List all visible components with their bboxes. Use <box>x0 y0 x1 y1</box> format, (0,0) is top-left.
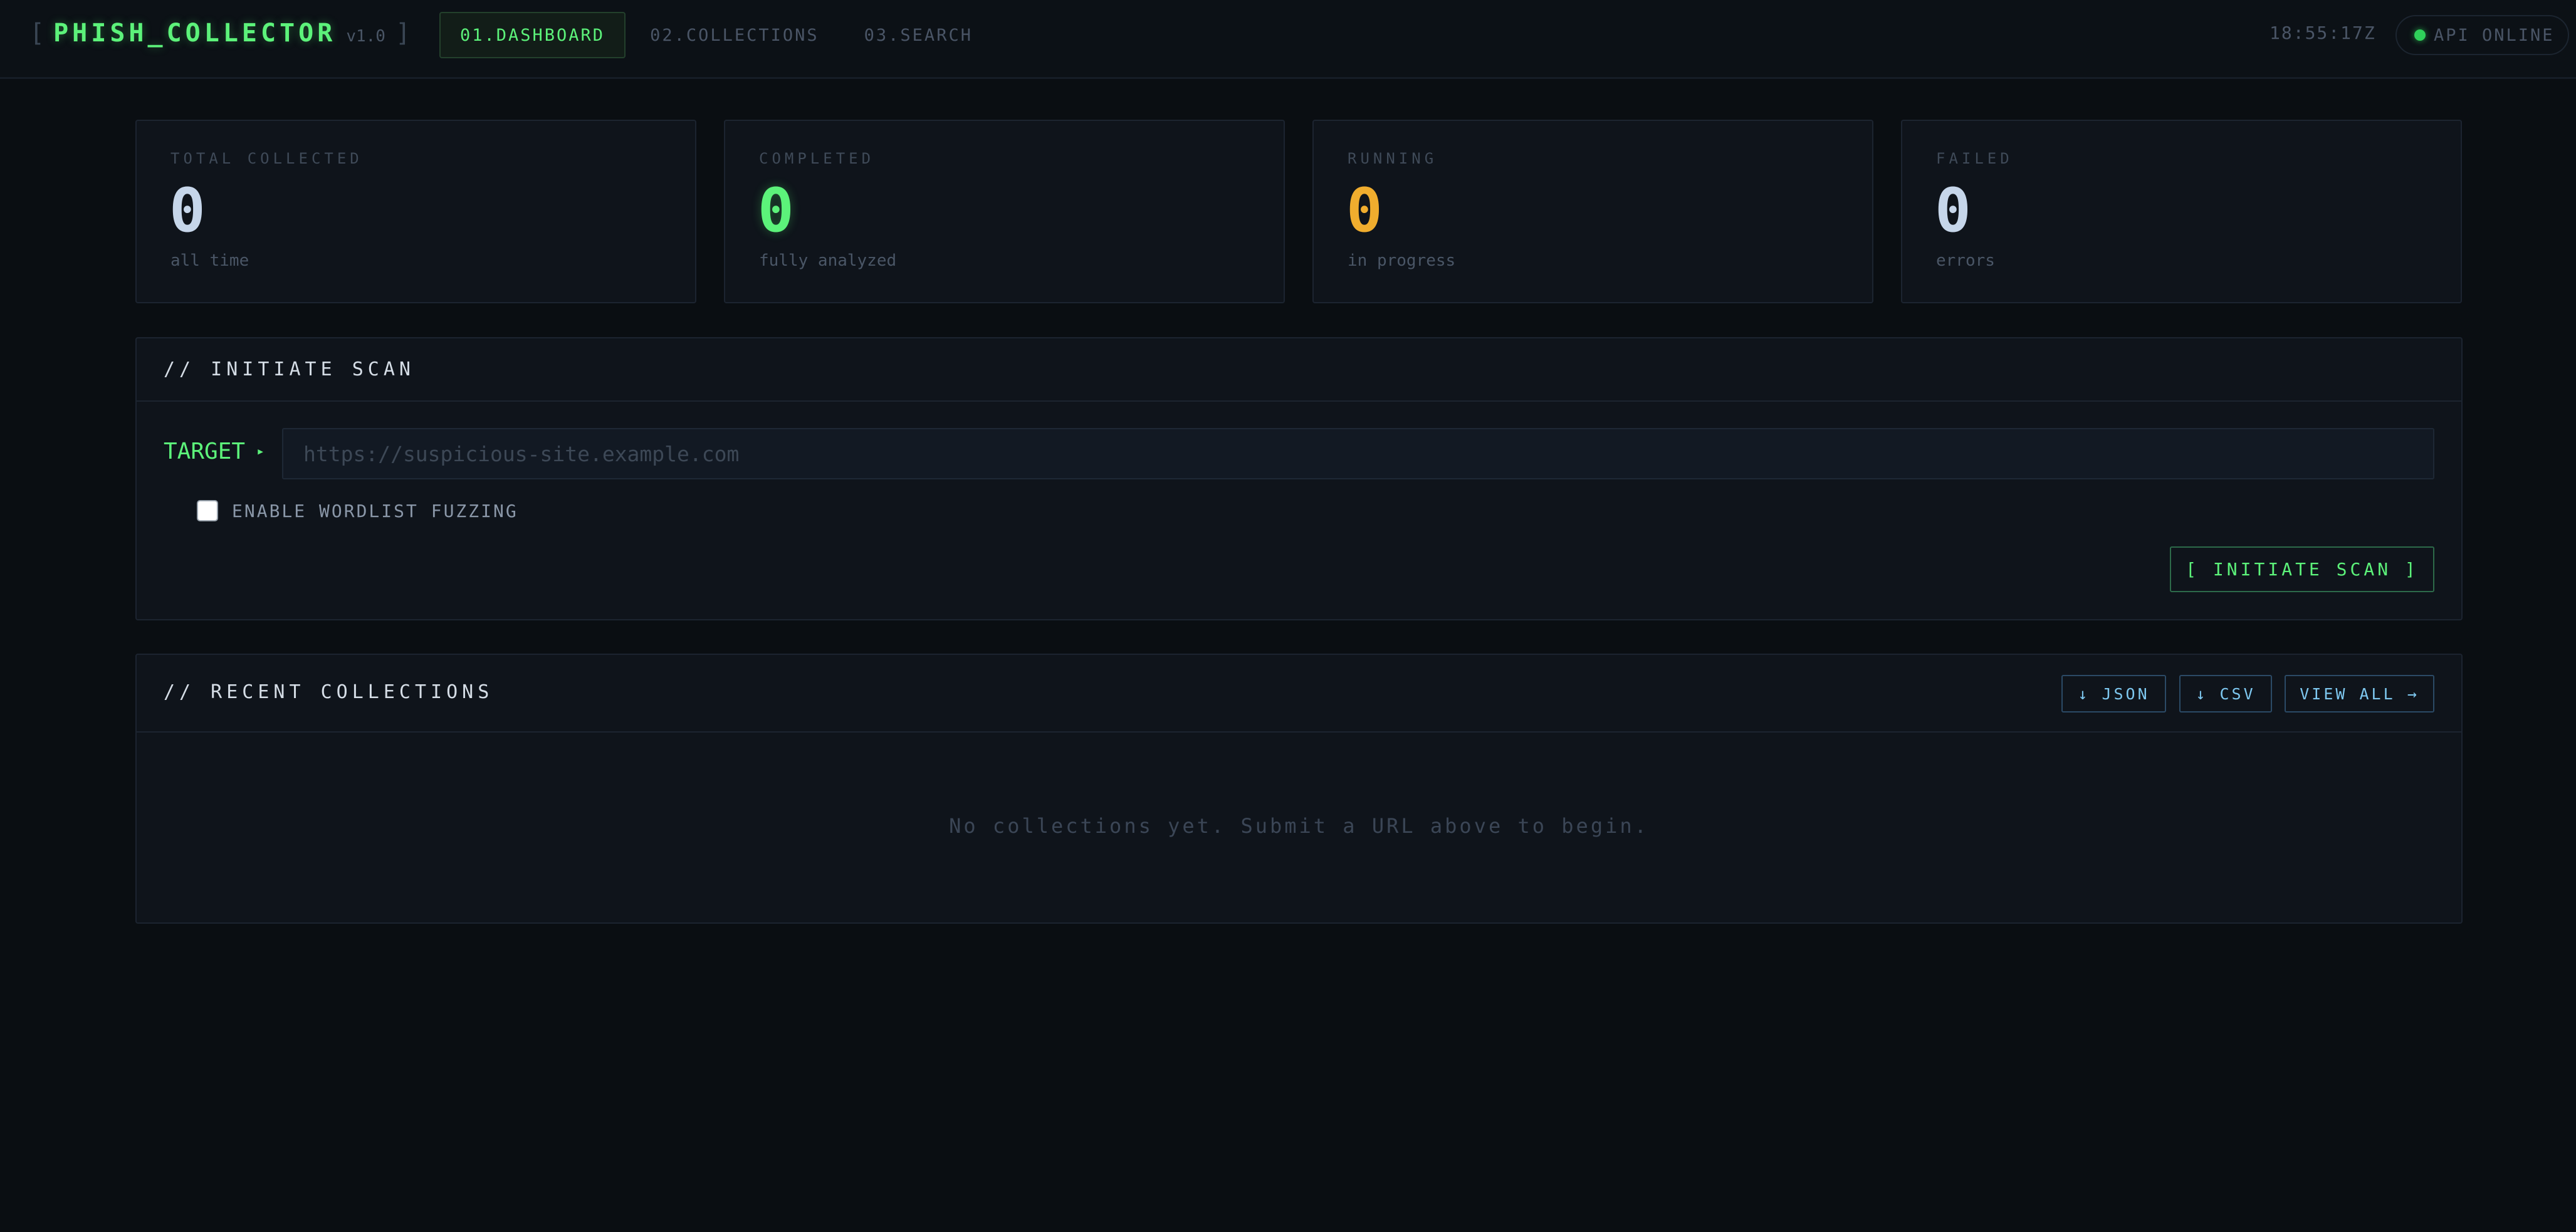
stat-caption: in progress <box>1348 251 1456 270</box>
stat-card-total: TOTAL COLLECTED 0 all time <box>135 120 696 303</box>
tab-dashboard[interactable]: 01.DASHBOARD <box>439 12 626 58</box>
initiate-scan-panel: // INITIATE SCAN TARGET ▸ ENABLE WORDLIS… <box>135 337 2463 620</box>
api-status-label: API ONLINE <box>2434 25 2555 45</box>
stat-card-failed: FAILED 0 errors <box>1901 120 2462 303</box>
stat-card-completed: COMPLETED 0 fully analyzed <box>724 120 1285 303</box>
wordlist-fuzzing-checkbox[interactable] <box>197 500 218 521</box>
app-name: PHISH_COLLECTOR <box>53 19 337 48</box>
stat-value: 0 <box>758 175 794 246</box>
stat-value: 0 <box>169 175 206 246</box>
stat-caption: fully analyzed <box>759 251 897 270</box>
panel-title: // RECENT COLLECTIONS <box>164 681 494 703</box>
initiate-scan-button[interactable]: [ INITIATE SCAN ] <box>2170 546 2434 592</box>
status-dot-icon <box>2414 29 2426 41</box>
utc-clock: 18:55:17Z <box>2270 23 2376 43</box>
wordlist-fuzzing-label[interactable]: ENABLE WORDLIST FUZZING <box>232 501 518 521</box>
export-csv-button[interactable]: ↓ CSV <box>2179 675 2272 713</box>
stat-label: COMPLETED <box>759 150 875 167</box>
panel-header: // RECENT COLLECTIONS ↓ JSON ↓ CSV VIEW … <box>137 655 2461 733</box>
main-nav: 01.DASHBOARD 02.COLLECTIONS 03.SEARCH <box>439 12 997 58</box>
api-status-badge: API ONLINE <box>2395 15 2569 55</box>
stat-label: TOTAL COLLECTED <box>170 150 363 167</box>
caret-right-icon: ▸ <box>256 444 265 459</box>
app-version: v1.0 <box>346 27 385 46</box>
stat-card-running: RUNNING 0 in progress <box>1312 120 1873 303</box>
panel-title: // INITIATE SCAN <box>164 358 415 380</box>
tab-collections[interactable]: 02.COLLECTIONS <box>629 12 840 58</box>
top-bar: [ PHISH_COLLECTOR v1.0 ] 01.DASHBOARD 02… <box>0 0 2576 79</box>
panel-header: // INITIATE SCAN <box>137 338 2461 402</box>
target-url-input[interactable] <box>282 428 2434 479</box>
view-all-button[interactable]: VIEW ALL → <box>2285 675 2434 713</box>
empty-state-message: No collections yet. Submit a URL above t… <box>949 814 1649 838</box>
recent-collections-panel: // RECENT COLLECTIONS ↓ JSON ↓ CSV VIEW … <box>135 654 2463 924</box>
stat-label: RUNNING <box>1348 150 1438 167</box>
stat-label: FAILED <box>1936 150 2013 167</box>
stat-value: 0 <box>1346 175 1383 246</box>
app-logo[interactable]: [ PHISH_COLLECTOR v1.0 ] <box>29 19 411 51</box>
stat-caption: all time <box>170 251 249 270</box>
stat-value: 0 <box>1935 175 1971 246</box>
target-label-text: TARGET <box>164 439 246 464</box>
logo-open-bracket: [ <box>29 19 45 48</box>
export-json-button[interactable]: ↓ JSON <box>2061 675 2166 713</box>
target-label: TARGET ▸ <box>164 439 264 464</box>
stat-caption: errors <box>1936 251 1995 270</box>
logo-close-bracket: ] <box>395 19 411 48</box>
tab-search[interactable]: 03.SEARCH <box>844 12 993 58</box>
